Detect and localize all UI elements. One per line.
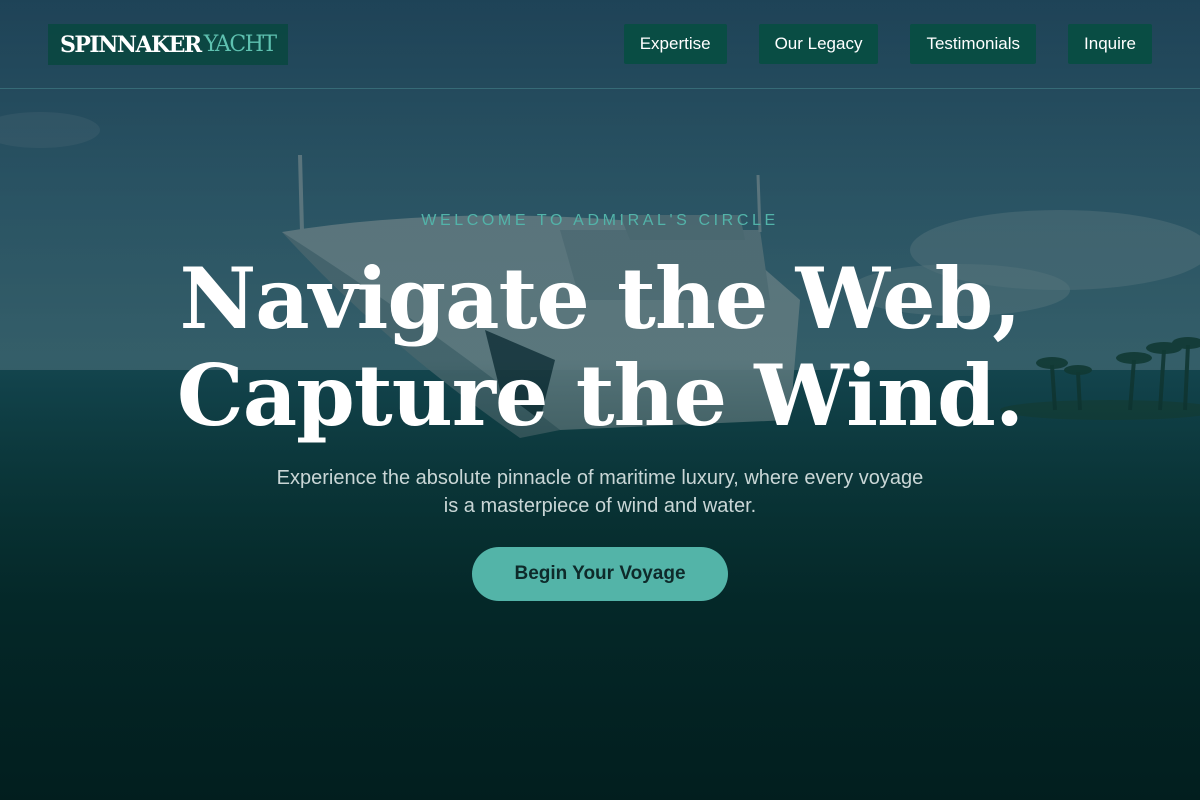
hero-subtitle: Experience the absolute pinnacle of mari… — [276, 467, 924, 517]
hero-eyebrow: WELCOME TO ADMIRAL'S CIRCLE — [421, 212, 779, 229]
begin-voyage-button[interactable]: Begin Your Voyage — [472, 547, 728, 601]
hero-title-line1: Navigate the Web, — [179, 249, 1021, 348]
hero-title: Navigate the Web, Capture the Wind. — [0, 250, 1200, 444]
hero-title-line2: Capture the Wind. — [176, 346, 1024, 445]
hero-section: WELCOME TO ADMIRAL'S CIRCLE Navigate the… — [0, 0, 1200, 800]
